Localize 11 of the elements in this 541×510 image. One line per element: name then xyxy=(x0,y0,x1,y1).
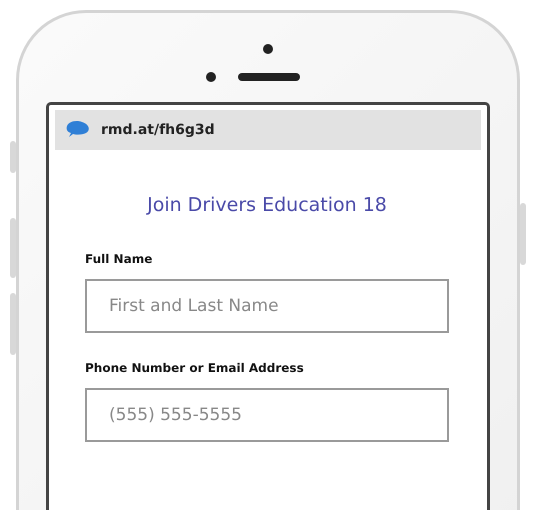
field-label: Phone Number or Email Address xyxy=(85,361,305,375)
field-label: Full Name xyxy=(85,252,154,266)
address-bar[interactable]: rmd.at/fh6g3d xyxy=(55,110,481,150)
speaker-slot xyxy=(238,73,300,81)
speaker-dot xyxy=(263,44,273,54)
camera-dot xyxy=(206,72,216,82)
input-field[interactable]: (555) 555-5555 xyxy=(85,388,449,442)
url-text: rmd.at/fh6g3d xyxy=(101,122,215,138)
chat-bubble-icon xyxy=(65,120,91,140)
input-field[interactable]: First and Last Name xyxy=(85,279,449,333)
form-title: Join Drivers Education 18 xyxy=(145,194,388,216)
